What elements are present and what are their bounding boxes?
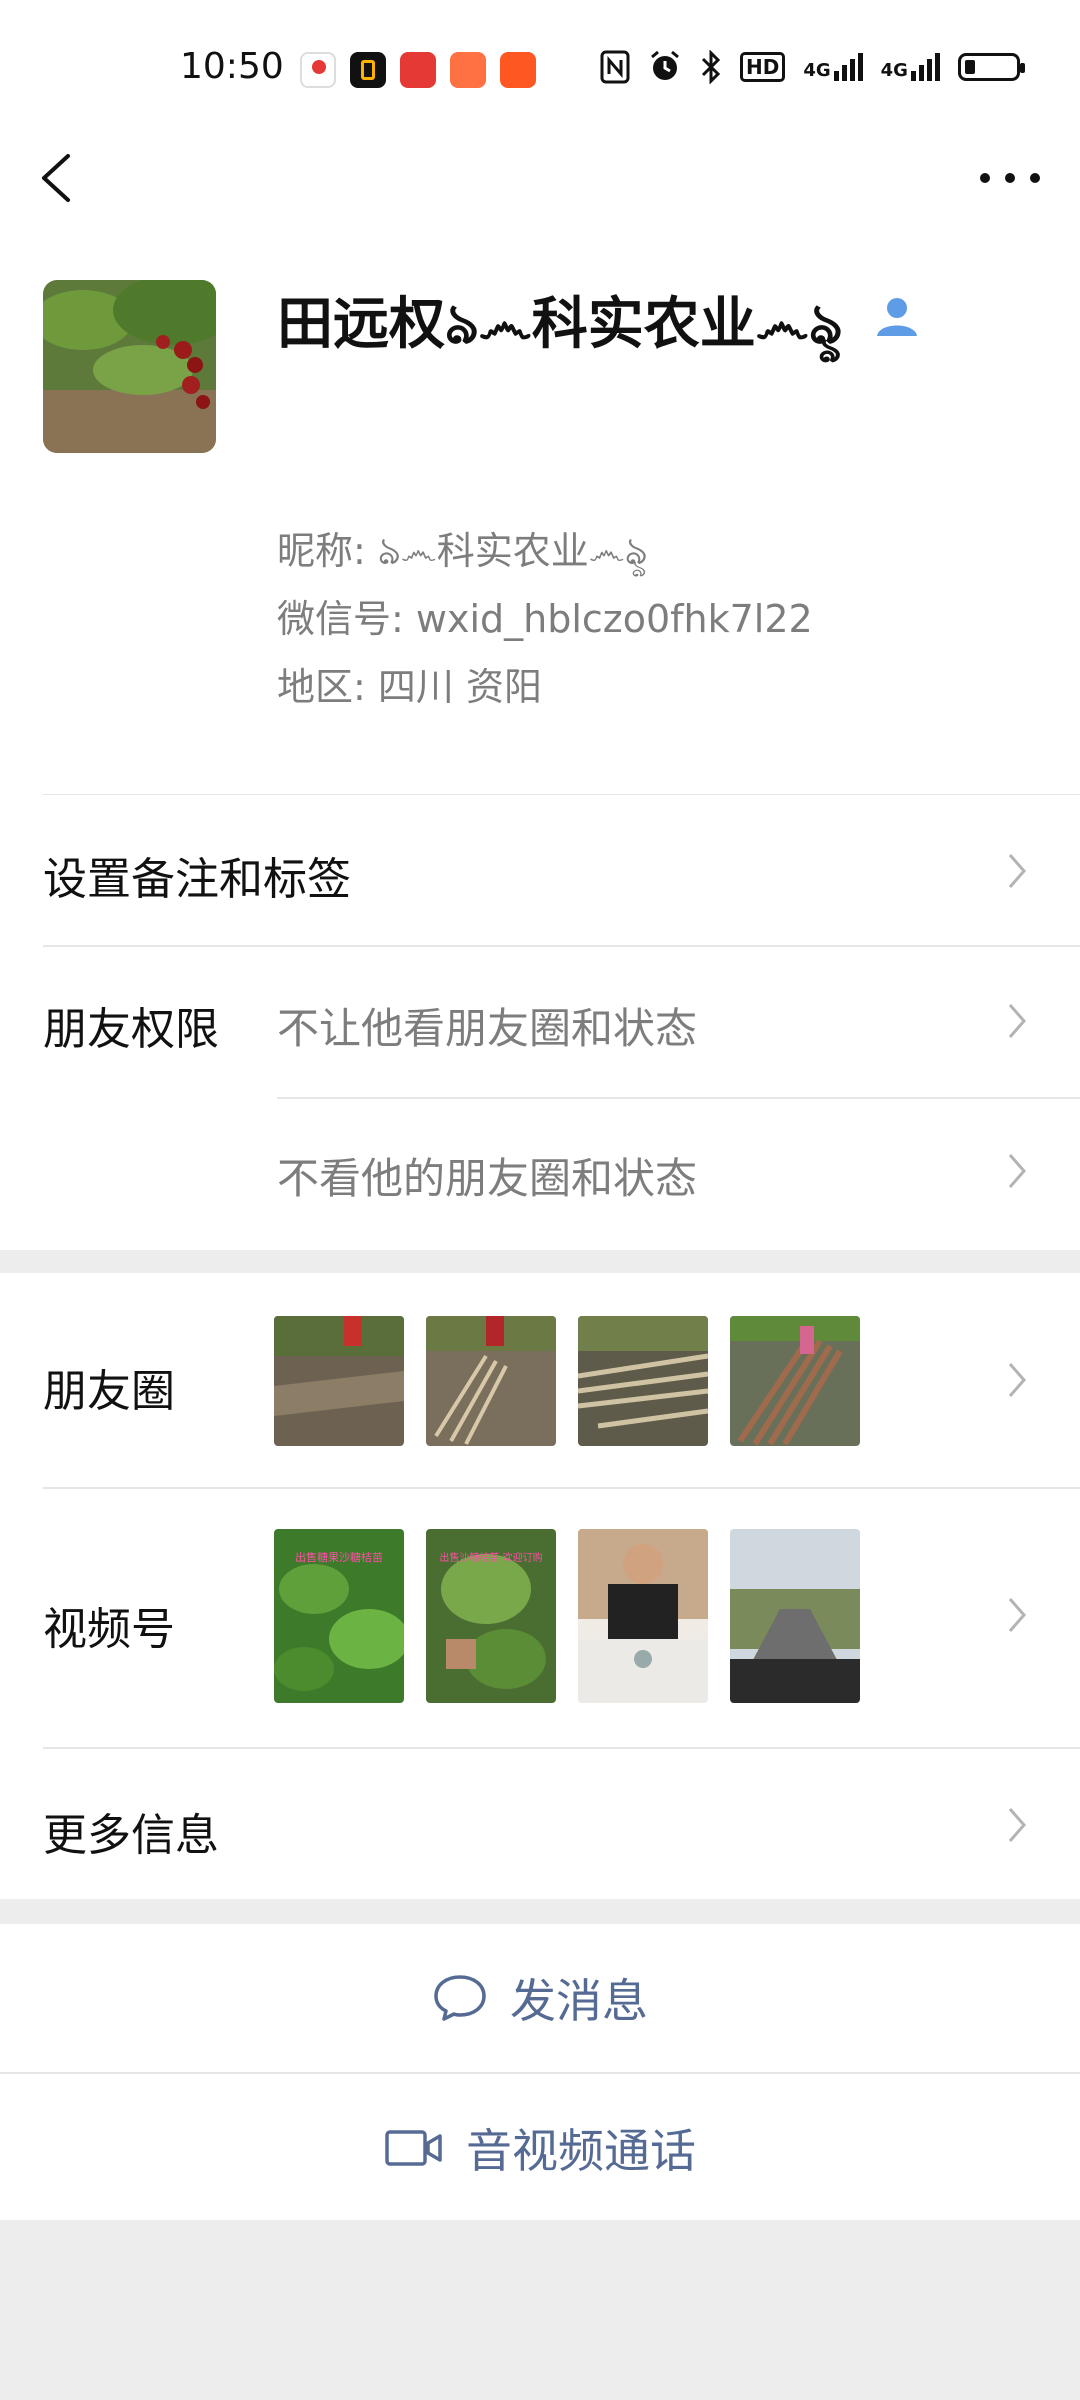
app-icon-3 [450, 52, 486, 88]
channel-caption: 出售沙糖桔苗 欢迎订购 [439, 1553, 543, 1564]
remark-label: 设置备注和标签 [43, 854, 351, 905]
chevron-right-icon [1008, 1363, 1026, 1397]
permission-hide-their-moments: 不看他的朋友圈和状态 [277, 1154, 698, 1203]
top-nav [0, 130, 1080, 220]
back-arrow-icon[interactable] [32, 148, 82, 208]
app-icon-4 [500, 52, 536, 88]
location-app-icon [300, 52, 336, 88]
contact-person-icon [877, 298, 917, 336]
channel-thumbnail: 出售沙糖桔苗 欢迎订购 [426, 1529, 556, 1703]
permission-label: 朋友权限 [43, 1004, 219, 1055]
wechat-id: 微信号: wxid_hblczo0fhk7l22 [277, 597, 813, 641]
video-call-button[interactable]: 音视频通话 [0, 2074, 1080, 2222]
content-section: 朋友圈 视频号 出售糖果沙糖桔苗 出售沙糖桔苗 欢迎订购 更多信息 [0, 1273, 1080, 1899]
region: 地区: 四川 资阳 [277, 665, 542, 709]
signal-4g-icon: 4G [803, 53, 863, 81]
nfc-icon [600, 50, 630, 84]
chevron-right-icon [1008, 1004, 1026, 1038]
alarm-icon [651, 50, 679, 80]
signal-4g-icon-2: 4G [881, 53, 940, 81]
channels-label: 视频号 [43, 1604, 175, 1655]
more-dots-icon[interactable] [980, 158, 1040, 198]
hd-icon: HD [740, 52, 786, 82]
bluetooth-icon [701, 50, 721, 84]
settings-section: 设置备注和标签 朋友权限 不让他看朋友圈和状态 不看他的朋友圈和状态 [0, 795, 1080, 1250]
video-call-label: 音视频通话 [466, 2124, 696, 2178]
notification-icons [300, 52, 536, 88]
channel-thumbnail: 出售糖果沙糖桔苗 [274, 1529, 404, 1703]
moments-thumbnail [578, 1316, 708, 1446]
avatar[interactable] [43, 280, 216, 453]
actions-section: 发消息 音视频通话 [0, 1924, 1080, 2220]
permission-row-2[interactable]: 不看他的朋友圈和状态 [0, 1099, 1080, 1249]
status-bar: 10:50 HD 4G 4G [0, 0, 1080, 130]
battery-icon [957, 53, 1025, 81]
contact-name: 田远权ঌ෴科实农业෴ৡ [277, 292, 843, 357]
moments-thumbnail [274, 1316, 404, 1446]
profile-card: 田远权ঌ෴科实农业෴ৡ 昵称: ঌ෴科实农业෴ৡ 微信号: wxid_hblcz… [0, 220, 1080, 796]
system-icons: HD 4G 4G [600, 50, 1025, 84]
chevron-right-icon [1008, 1598, 1026, 1632]
chevron-right-icon [1008, 854, 1026, 888]
channel-thumbnail [578, 1529, 708, 1703]
permission-hide-moments: 不让他看朋友圈和状态 [277, 1004, 698, 1053]
app-icon-1 [350, 52, 386, 88]
chevron-right-icon [1008, 1154, 1026, 1188]
chat-bubble-icon [434, 1975, 486, 2021]
more-info-label: 更多信息 [43, 1810, 219, 1861]
moments-thumbnail [730, 1316, 860, 1446]
moments-label: 朋友圈 [43, 1366, 175, 1417]
moments-thumbnails [274, 1316, 860, 1446]
chevron-right-icon [1008, 1808, 1026, 1842]
channel-caption: 出售糖果沙糖桔苗 [295, 1551, 383, 1564]
channels-thumbnails: 出售糖果沙糖桔苗 出售沙糖桔苗 欢迎订购 [274, 1529, 860, 1703]
app-icon-2 [400, 52, 436, 88]
send-message-button[interactable]: 发消息 [0, 1924, 1080, 2072]
channels-row[interactable]: 视频号 出售糖果沙糖桔苗 出售沙糖桔苗 欢迎订购 [0, 1489, 1080, 1747]
video-camera-icon [385, 2130, 442, 2166]
status-time: 10:50 [180, 46, 284, 87]
send-message-label: 发消息 [510, 1974, 648, 2028]
permission-row-1[interactable]: 朋友权限 不让他看朋友圈和状态 [0, 947, 1080, 1097]
more-info-row[interactable]: 更多信息 [0, 1749, 1080, 1899]
moments-thumbnail [426, 1316, 556, 1446]
channel-thumbnail [730, 1529, 860, 1703]
moments-row[interactable]: 朋友圈 [0, 1273, 1080, 1487]
nickname: 昵称: ঌ෴科实农业෴ৡ [277, 529, 648, 573]
remark-row[interactable]: 设置备注和标签 [0, 795, 1080, 945]
